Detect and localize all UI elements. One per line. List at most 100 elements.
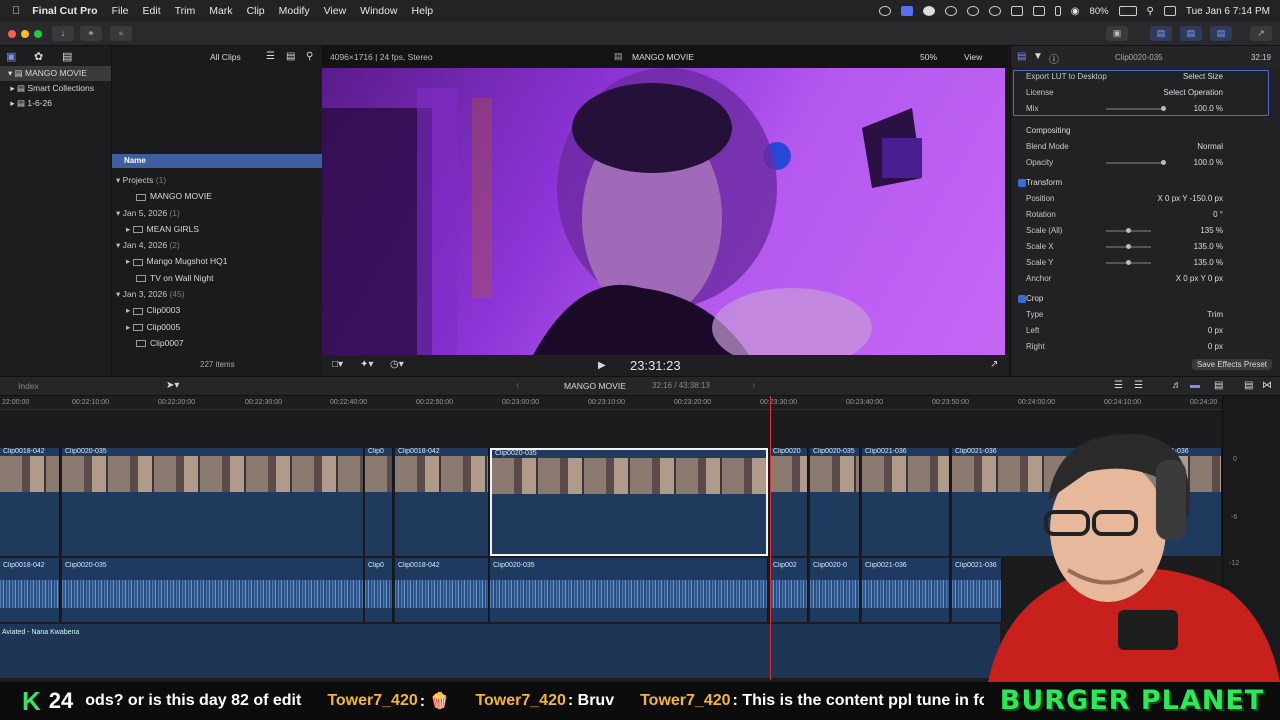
snapping-icon[interactable]: ☰ [1114,380,1123,391]
share-button[interactable]: ↗ [1250,26,1272,41]
row-value[interactable]: 135.0 % [1194,240,1223,254]
crop-checkbox[interactable] [1018,295,1026,303]
menu-mark[interactable]: Mark [209,5,232,17]
save-effects-preset-button[interactable]: Save Effects Preset [1191,359,1272,370]
effects-browser-icon[interactable]: ▤ [1244,380,1253,391]
music-clip[interactable]: Aviated - Nana Kwabena [0,624,1000,678]
row-value[interactable]: X 0 px Y 0 px [1176,272,1223,286]
transitions-icon[interactable]: ⋈ [1262,380,1272,391]
list-item[interactable]: ▸ Clip0003 [112,302,322,318]
skimming-icon[interactable]: ☰ [1134,380,1143,391]
photos-icon[interactable]: ✿ [34,50,43,63]
playhead[interactable] [770,396,771,680]
audio-clip[interactable]: Clip0021-036 [862,558,950,622]
menu-help[interactable]: Help [412,5,434,17]
play-button[interactable]: ▶ [598,360,606,371]
layout-browser-button[interactable]: ▤ [1150,26,1172,41]
timeline-project-dropdown[interactable]: MANGO MOVIE [564,381,626,391]
video-clip[interactable]: Clip0018-042 [395,448,489,556]
column-header-name[interactable]: Name [112,154,322,168]
audio-skimming-icon[interactable]: ♬ [1172,380,1182,391]
filter-dropdown[interactable]: All Clips [210,52,241,62]
notification-icon[interactable] [1163,6,1176,16]
video-inspector-icon[interactable]: ▤ [1017,51,1026,62]
share-menu-button[interactable]: ▣ [1106,26,1128,41]
minimize-button[interactable] [21,30,29,38]
list-item[interactable]: ▸ Clip0005 [112,319,322,335]
search-icon[interactable]: ⚲ [306,51,313,62]
color-inspector-icon[interactable]: ▼ [1033,51,1043,62]
libraries-icon[interactable]: ▣ [6,50,16,63]
row-value[interactable]: Trim [1207,308,1223,322]
index-button[interactable]: Index [18,381,39,391]
group-jan3[interactable]: ▾ Jan 3, 2026 (45) [112,286,322,302]
menu-clip[interactable]: Clip [247,5,265,17]
display-icon[interactable] [1032,6,1045,16]
back-arrow-icon[interactable]: ‹ [516,380,519,391]
video-clip[interactable]: Clip0 [365,448,393,556]
video-clip[interactable]: Clip0020-035 [810,448,860,556]
row-value[interactable]: 135.0 % [1194,256,1223,270]
zoom-dropdown[interactable]: 50% [920,52,937,62]
list-item[interactable]: TV on Wall Night [112,270,322,286]
scale-y-slider[interactable] [1106,260,1151,265]
audio-clip[interactable]: Clip0020-035 [490,558,768,622]
row-value[interactable]: 100.0 % [1194,156,1223,170]
battery-icon[interactable] [1118,6,1137,16]
close-button[interactable] [8,30,16,38]
row-value[interactable]: Select Operation [1163,86,1223,100]
speed-icon[interactable]: ◷▾ [390,359,404,370]
row-value[interactable]: 0 px [1208,340,1223,354]
opacity-slider[interactable] [1106,160,1166,165]
row-value[interactable]: 135 % [1200,224,1223,238]
transform-checkbox[interactable] [1018,179,1026,187]
row-value[interactable]: 100.0 % [1194,102,1223,116]
video-clip[interactable]: Clip0020-035 [62,448,364,556]
menu-window[interactable]: Window [360,5,397,17]
row-value[interactable]: Select Size [1183,70,1223,84]
info-icon[interactable]: ⓘ [1049,51,1059,66]
group-projects[interactable]: ▾ Projects (1) [112,172,322,188]
video-clip[interactable]: Clip0018-042 [0,448,60,556]
scale-slider[interactable] [1106,228,1151,233]
scale-x-slider[interactable] [1106,244,1151,249]
transform-tool-icon[interactable]: □▾ [332,359,343,370]
menu-trim[interactable]: Trim [175,5,196,17]
control-center-icon[interactable] [900,6,913,16]
row-value[interactable]: 0 ° [1213,208,1223,222]
import-button[interactable]: ↓ [52,26,74,41]
play-icon[interactable] [966,6,979,16]
video-clip[interactable]: Clip0020 [770,448,808,556]
clip-appearance-icon[interactable]: ▤ [1214,380,1223,391]
layout-inspector-button[interactable]: ▤ [1210,26,1232,41]
audio-clip[interactable]: Clip002 [770,558,808,622]
fullscreen-icon[interactable]: ↗ [990,359,998,370]
zoom-button[interactable] [34,30,42,38]
list-view-icon[interactable]: ☰ [266,51,275,62]
list-item[interactable]: ▸ Mango Mugshot HQ1 [112,253,322,269]
search-icon[interactable]: ⚲ [1147,6,1154,17]
record-icon[interactable] [922,6,935,16]
video-clip[interactable]: Clip0020-035 [490,448,768,556]
list-item[interactable]: ▸ MEAN GIRLS [112,221,322,237]
group-jan4[interactable]: ▾ Jan 4, 2026 (2) [112,237,322,253]
smart-collections[interactable]: ▸ ▤ Smart Collections [0,81,111,96]
event-1-6-26[interactable]: ▸ ▤ 1-6-26 [0,96,111,111]
wifi-icon[interactable]: ◉ [1071,6,1080,17]
menu-file[interactable]: File [112,5,129,17]
screen-record-icon[interactable] [878,6,891,16]
globe-icon[interactable] [944,6,957,16]
audio-clip[interactable]: Clip0018-042 [395,558,489,622]
clock-icon[interactable] [988,6,1001,16]
app-menu[interactable]: Final Cut Pro [32,5,97,17]
layout-timeline-button[interactable]: ▤ [1180,26,1202,41]
background-tasks-button[interactable]: ● [110,26,132,41]
magic-wand-icon[interactable]: ✦▾ [360,359,373,370]
menu-modify[interactable]: Modify [279,5,310,17]
list-item[interactable]: MANGO MOVIE [112,188,322,204]
video-clip[interactable]: Clip0021-036 [862,448,950,556]
menu-edit[interactable]: Edit [143,5,161,17]
row-value[interactable]: 0 px [1208,324,1223,338]
timeline-ruler[interactable]: 22:00:00 00:22:10:00 00:22:20:00 00:22:30:0… [0,396,1222,410]
bluetooth-icon[interactable] [1054,6,1061,16]
